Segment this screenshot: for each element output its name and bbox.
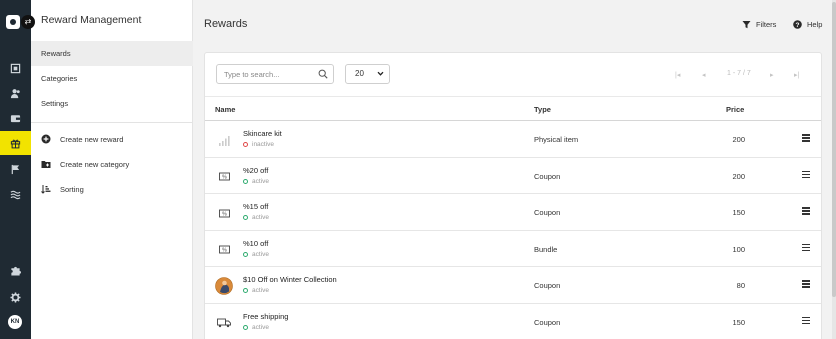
svg-text:%: % (222, 248, 227, 254)
nav-item-categories[interactable]: Categories (31, 66, 193, 91)
gift-icon[interactable] (0, 131, 31, 155)
page-size-select[interactable]: 20 (345, 64, 390, 84)
wallet-icon[interactable] (0, 106, 31, 130)
svg-text:?: ? (796, 22, 800, 29)
nav-item-settings[interactable]: Settings (31, 91, 193, 116)
help-button[interactable]: ? Help (793, 20, 822, 29)
first-page-icon[interactable]: |◂ (675, 71, 680, 79)
row-menu-icon[interactable] (802, 316, 810, 326)
reward-name: $10 Off on Winter Collection (243, 275, 337, 284)
search-icon[interactable] (318, 69, 328, 79)
table-header: Name Type Price (205, 96, 821, 121)
reward-type: Coupon (534, 171, 561, 181)
logo-icon[interactable] (6, 15, 20, 29)
scrollbar[interactable] (832, 0, 836, 339)
folder-plus-icon (41, 159, 51, 169)
filter-icon (742, 20, 751, 29)
column-header-name[interactable]: Name (215, 105, 235, 114)
reward-price: 100 (732, 244, 745, 254)
status-badge: active (243, 251, 269, 258)
reward-name: %10 off (243, 238, 269, 248)
column-header-price[interactable]: Price (726, 105, 744, 114)
filters-label: Filters (756, 20, 777, 29)
status-badge: inactive (243, 141, 274, 148)
nav-item-rewards[interactable]: Rewards (31, 41, 193, 66)
reward-price: 150 (732, 317, 745, 327)
row-menu-icon[interactable] (802, 134, 810, 143)
photo-thumbnail (215, 277, 233, 295)
page-title: Rewards (204, 18, 248, 30)
reward-type: Physical item (534, 135, 579, 144)
create-new-reward-label: Create new reward (60, 134, 124, 144)
reward-type: Coupon (534, 281, 561, 290)
reward-name: Free shipping (243, 311, 289, 321)
reward-management-nav: Reward Management Rewards Categories Set… (31, 0, 193, 339)
status-badge: active (243, 324, 269, 331)
reward-type: Bundle (534, 244, 558, 254)
users-icon[interactable] (0, 81, 31, 105)
scrollbar-thumb[interactable] (832, 2, 836, 297)
row-menu-icon[interactable] (802, 207, 810, 216)
create-new-reward-button[interactable]: Create new reward (41, 132, 123, 146)
reward-price: 80 (736, 281, 745, 290)
filters-button[interactable]: Filters (742, 20, 776, 29)
flag-icon[interactable] (0, 157, 31, 181)
coupon-icon: % (215, 241, 233, 259)
sorting-label: Sorting (60, 184, 84, 194)
help-icon: ? (793, 20, 802, 29)
svg-text:%: % (222, 175, 227, 181)
coupon-icon: % (215, 168, 233, 186)
reward-type: Coupon (534, 208, 561, 217)
search-input[interactable] (216, 64, 334, 84)
next-page-icon[interactable]: ▸ (770, 71, 774, 79)
table-row[interactable]: Free shipping active Coupon 150 (205, 304, 821, 339)
swap-icon[interactable]: ⇄ (21, 15, 35, 29)
sort-icon (41, 184, 51, 194)
table-row[interactable]: $10 Off on Winter Collection active Coup… (205, 267, 821, 304)
pagination-text: 1 - 7 / 7 (727, 70, 751, 77)
reward-price: 150 (732, 208, 745, 217)
row-menu-icon[interactable] (802, 280, 810, 289)
last-page-icon[interactable]: ▸| (794, 71, 799, 79)
create-new-category-button[interactable]: Create new category (41, 157, 129, 171)
waves-icon[interactable] (0, 182, 31, 206)
table-row[interactable]: Skincare kit inactive Physical item 200 (205, 121, 821, 158)
rewards-table-card: 20 |◂ ◂ 1 - 7 / 7 ▸ ▸| Name Type Price S… (204, 52, 822, 339)
table-row[interactable]: % %20 off active Coupon 200 (205, 158, 821, 194)
truck-icon (215, 314, 233, 332)
reward-type: Coupon (534, 317, 561, 327)
sorting-button[interactable]: Sorting (41, 182, 84, 196)
column-header-type[interactable]: Type (534, 105, 551, 114)
reward-name: Skincare kit (243, 129, 282, 138)
avatar[interactable]: KN (8, 315, 22, 329)
divider (31, 122, 193, 123)
previous-page-icon[interactable]: ◂ (702, 71, 706, 79)
plus-circle-icon (41, 134, 51, 144)
chevron-down-icon (377, 71, 384, 76)
table-row[interactable]: % %15 off active Coupon 150 (205, 194, 821, 231)
status-badge: active (243, 178, 269, 185)
signal-icon (215, 131, 233, 149)
svg-text:%: % (222, 211, 227, 217)
reward-name: %20 off (243, 165, 269, 175)
row-menu-icon[interactable] (802, 170, 810, 180)
create-new-category-label: Create new category (60, 159, 130, 169)
puzzle-icon[interactable] (0, 258, 31, 282)
table-row[interactable]: % %10 off active Bundle 100 (205, 231, 821, 267)
status-badge: active (243, 214, 269, 221)
coupon-icon: % (215, 204, 233, 222)
frame-icon[interactable] (0, 56, 31, 80)
reward-name: %15 off (243, 202, 269, 211)
help-label: Help (807, 20, 823, 29)
reward-price: 200 (732, 135, 745, 144)
status-badge: active (243, 287, 269, 294)
page-size-value: 20 (355, 69, 364, 78)
gear-icon[interactable] (0, 285, 31, 309)
section-title: Reward Management (41, 14, 142, 26)
app-rail: ⇄ KN (0, 0, 35, 339)
row-menu-icon[interactable] (802, 243, 810, 253)
reward-price: 200 (732, 171, 745, 181)
